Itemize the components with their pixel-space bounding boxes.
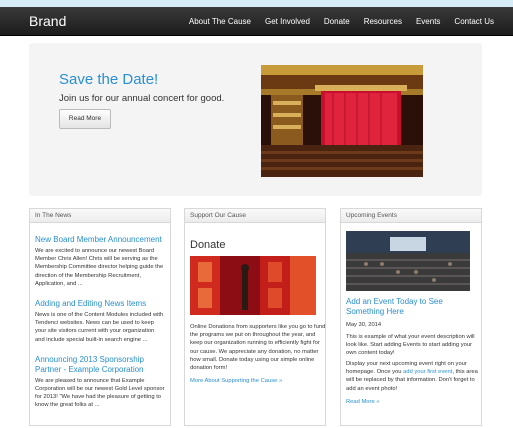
nav-get-involved[interactable]: Get Involved — [258, 17, 317, 26]
donate-body: Online Donations from supporters like yo… — [190, 324, 326, 372]
event-description: This is example of what your event descr… — [346, 334, 475, 357]
hero-subtitle: Join us for our annual concert for good. — [59, 93, 225, 104]
support-more-link[interactable]: More About Supporting the Cause » — [190, 377, 282, 385]
hero-banner: Save the Date! Join us for our annual co… — [29, 43, 482, 196]
donate-title: Donate — [190, 239, 226, 251]
main-nav: About The Cause Get Involved Donate Reso… — [182, 17, 501, 26]
news-item-body: We are pleased to announce that Example … — [35, 377, 165, 409]
navbar: Brand About The Cause Get Involved Donat… — [0, 7, 513, 36]
brand-logo[interactable]: Brand — [29, 13, 66, 29]
news-item-title[interactable]: New Board Member Announcement — [35, 235, 165, 245]
support-panel-heading: Support Our Cause — [185, 209, 325, 223]
event-promo-text: Display your next upcoming event right o… — [346, 360, 480, 393]
nav-donate[interactable]: Donate — [317, 17, 357, 26]
nav-resources[interactable]: Resources — [357, 17, 409, 26]
news-item-title[interactable]: Announcing 2013 Sponsorship Partner - Ex… — [35, 355, 165, 375]
read-more-button[interactable]: Read More — [59, 109, 111, 129]
top-strip — [0, 0, 513, 7]
add-first-event-link[interactable]: add your first event — [403, 369, 452, 375]
event-read-more-link[interactable]: Read More » — [346, 398, 380, 406]
events-panel: Upcoming Events Add an Event Today to Se… — [340, 208, 482, 426]
news-item-body: News is one of the Content Modules inclu… — [35, 312, 164, 343]
event-title[interactable]: Add an Event Today to See Something Here — [346, 297, 480, 317]
donation-image — [190, 256, 316, 315]
nav-about[interactable]: About The Cause — [182, 17, 258, 26]
news-item-body: We are excited to announce our newest Bo… — [35, 248, 164, 287]
support-panel: Support Our Cause Donate Online Donation… — [184, 208, 326, 426]
nav-events[interactable]: Events — [409, 17, 447, 26]
events-panel-heading: Upcoming Events — [341, 209, 481, 223]
event-date: May 30, 2014 — [346, 322, 382, 328]
news-item-title[interactable]: Adding and Editing News Items — [35, 299, 165, 309]
concert-hall-image — [261, 65, 423, 177]
event-image — [346, 231, 470, 291]
nav-contact[interactable]: Contact Us — [447, 17, 501, 26]
hero-title: Save the Date! — [59, 71, 159, 88]
news-panel-heading: In The News — [30, 209, 170, 223]
news-panel: In The News New Board Member Announcemen… — [29, 208, 171, 426]
